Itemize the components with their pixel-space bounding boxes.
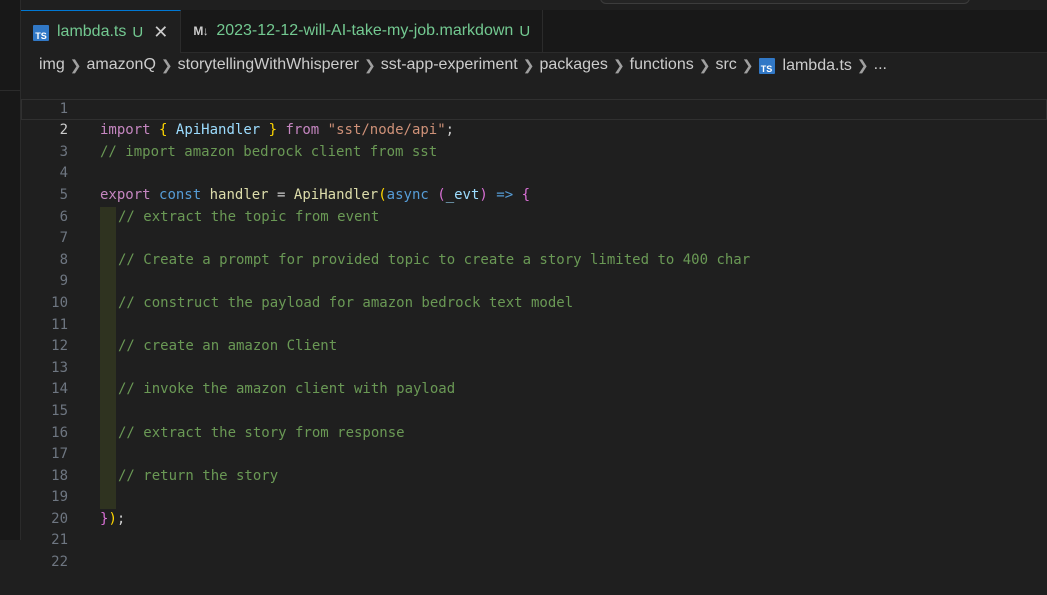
code-line[interactable]: 17 // return the story [21,423,1047,488]
command-center[interactable] [600,0,970,4]
code-line[interactable]: 6 [21,185,1047,250]
code-line[interactable]: 21 [21,509,1047,548]
code-line[interactable]: 1 import { ApiHandler } from "sst/node/a… [21,77,1047,139]
breadcrumb: img ❯ amazonQ ❯ storytellingWithWhispere… [21,53,1047,77]
breadcrumb-src[interactable]: src [715,56,736,74]
chevron-right-icon: ❯ [612,56,625,73]
tab-markdown[interactable]: M↓ 2023-12-12-will-AI-take-my-job.markdo… [181,10,544,52]
code-line[interactable]: 18 [21,444,1047,509]
chevron-right-icon: ❯ [160,56,173,73]
activity-strip [0,0,21,540]
breadcrumb-packages[interactable]: packages [539,56,608,74]
editor-tab-bar: TS lambda.ts U ✕ M↓ 2023-12-12-will-AI-t… [21,10,1047,53]
chevron-right-icon: ❯ [364,56,376,73]
tab-lambda-ts[interactable]: TS lambda.ts U ✕ [21,10,182,53]
line-number: 22 [51,554,68,571]
code-line[interactable]: 10 [21,271,1047,337]
breadcrumb-sst-app[interactable]: sst-app-experiment [381,56,518,74]
breadcrumb-amazonq[interactable]: amazonQ [87,56,156,74]
breadcrumb-storytelling[interactable]: storytellingWithWhisperer [178,56,359,74]
markdown-file-icon: M↓ [193,24,209,38]
chevron-right-icon: ❯ [856,56,869,73]
breadcrumb-file[interactable]: TS lambda.ts [758,56,852,75]
chevron-right-icon: ❯ [69,56,82,73]
code-line[interactable]: 11 // create an amazon Client [21,293,1047,358]
breadcrumb-file-label: lambda.ts [782,56,852,74]
code-editor[interactable]: 1 import { ApiHandler } from "sst/node/a… [21,77,1047,570]
code-line[interactable]: 5 // extract the topic from event [21,163,1047,229]
untracked-badge: U [519,22,531,40]
code-line[interactable]: 7 // Create a prompt for provided topic … [21,207,1047,272]
code-line[interactable]: 12 [21,315,1047,380]
strip-divider [0,90,20,91]
code-line[interactable]: 16 [21,401,1047,466]
code-line[interactable]: 3 [21,120,1047,160]
code-line[interactable]: 14 [21,358,1047,423]
code-line[interactable]: 4 export const handler = ApiHandler(asyn… [21,142,1047,203]
code-line[interactable]: 22 [21,530,1047,570]
typescript-file-icon: TS [33,25,49,41]
typescript-file-icon: TS [758,57,775,74]
breadcrumb-img[interactable]: img [39,56,65,74]
tab-label: lambda.ts [57,23,127,40]
code-line[interactable]: 15 // extract the story from response [21,379,1047,445]
code-line[interactable]: 8 [21,228,1047,293]
chevron-right-icon: ❯ [698,56,711,73]
code-line[interactable]: 20 [21,487,1047,527]
code-line-current[interactable]: 2 // import amazon bedrock client from s… [21,98,1047,160]
breadcrumb-more[interactable]: ... [874,56,887,74]
code-line[interactable]: 19 }); [21,466,1047,527]
code-line[interactable]: 9 // construct the payload for amazon be… [21,250,1047,315]
code-line[interactable]: 13 // invoke the amazon client with payl… [21,336,1047,401]
close-icon[interactable]: ✕ [153,23,168,41]
tab-label: 2023-12-12-will-AI-take-my-job.markdown [216,22,514,39]
breadcrumb-functions[interactable]: functions [630,56,694,74]
untracked-badge: U [132,23,144,41]
chevron-right-icon: ❯ [741,56,754,73]
chevron-right-icon: ❯ [522,56,535,73]
